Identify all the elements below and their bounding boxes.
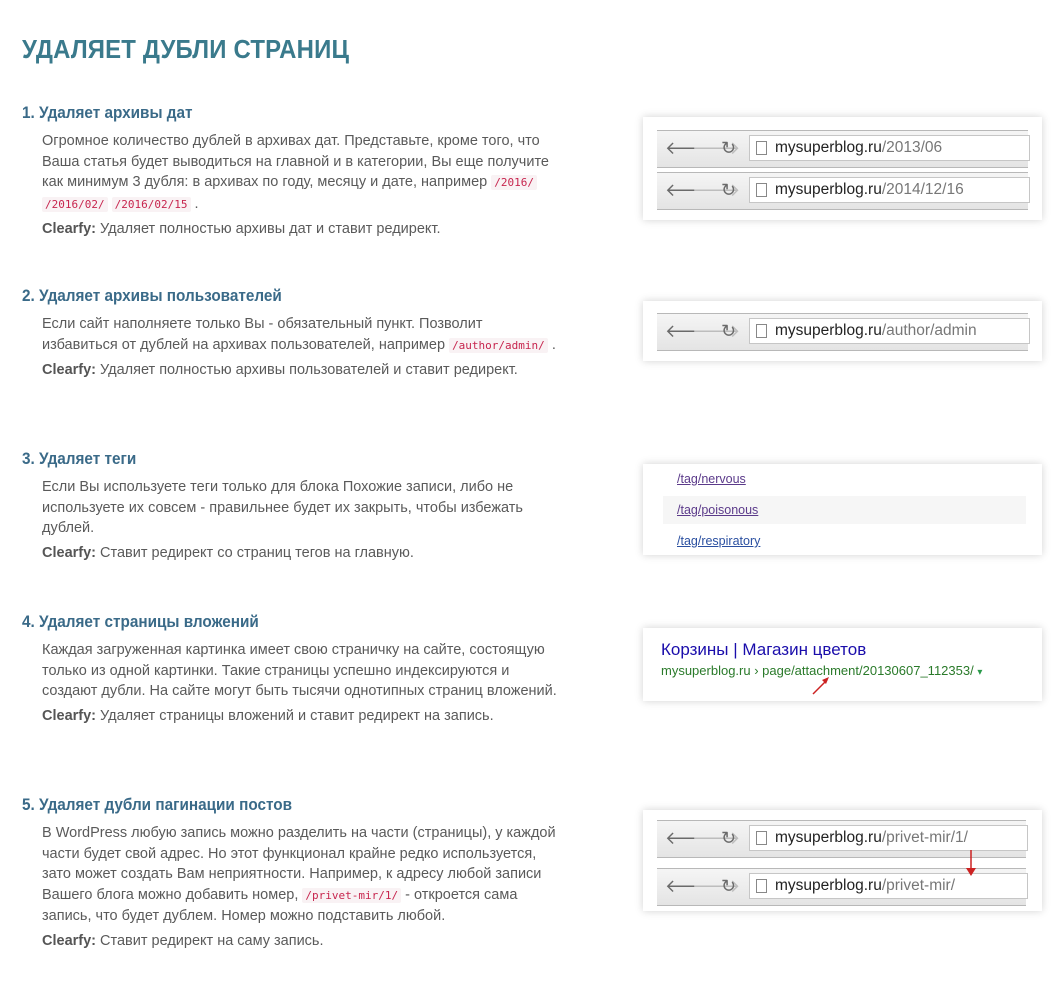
page-icon: [756, 879, 767, 893]
reload-icon[interactable]: ↻: [721, 137, 736, 159]
code-snippet: /2016/02/: [42, 196, 108, 212]
clearfy-action: Clearfy: Ставит редирект со страниц тего…: [42, 543, 562, 564]
search-result-title[interactable]: Корзины | Магазин цветов: [661, 640, 866, 660]
page-icon: [756, 141, 767, 155]
browser-screenshot-date-archives: 🡐 🡒 ↻ mysuperblog.ru/2013/06 🡐 🡒 ↻ mysup…: [643, 117, 1042, 220]
section-description: Если Вы используете теги только для блок…: [42, 479, 523, 536]
red-arrow-icon: [966, 850, 976, 876]
url-path: /author/admin: [881, 322, 977, 339]
url-path: /2014/12/16: [881, 181, 964, 198]
address-bar: 🡐 🡒 ↻ mysuperblog.ru/2014/12/16: [657, 172, 1030, 210]
url-host: mysuperblog.ru: [775, 877, 882, 894]
url-host: mysuperblog.ru: [775, 829, 882, 846]
action-text: Удаляет страницы вложений и ставит редир…: [100, 707, 494, 724]
url-path: /privet-mir/1/: [881, 829, 968, 846]
clearfy-action: Clearfy: Удаляет полностью архивы дат и …: [42, 219, 562, 240]
description-text: .: [194, 195, 199, 212]
address-bar: 🡐 🡒 ↻ mysuperblog.ru/2013/06: [657, 130, 1030, 168]
address-bar: 🡐 🡒 ↻ mysuperblog.ru/author/admin: [657, 313, 1030, 351]
clearfy-action: Clearfy: Удаляет страницы вложений и ста…: [42, 706, 562, 727]
action-text: Удаляет полностью архивы дат и ставит ре…: [100, 221, 441, 237]
url-host: mysuperblog.ru: [775, 139, 882, 156]
tag-link[interactable]: /tag/nervous: [663, 465, 1026, 493]
section-body: Если сайт наполняете только Вы - обязате…: [42, 314, 562, 381]
page-title: УДАЛЯЕТ ДУБЛИ СТРАНИЦ: [22, 34, 350, 64]
clearfy-label: Clearfy:: [42, 221, 96, 237]
code-snippet: /privet-mir/1/: [302, 887, 402, 903]
section-description: Если сайт наполняете только Вы - обязате…: [42, 314, 562, 356]
description-text: .: [551, 336, 556, 353]
tag-link[interactable]: /tag/respiratory: [663, 527, 1026, 555]
section-description: Огромное количество дублей в архивах дат…: [42, 131, 562, 215]
url-host: mysuperblog.ru: [775, 181, 882, 198]
tag-links-screenshot: /tag/nervous /tag/poisonous /tag/respira…: [643, 464, 1042, 555]
code-snippet: /2016/: [491, 175, 538, 190]
code-snippet: /2016/02/15: [111, 196, 191, 212]
clearfy-label: Clearfy:: [42, 707, 96, 724]
section-body: Каждая загруженная картинка имеет свою с…: [42, 640, 562, 726]
clearfy-action: Clearfy: Ставит редирект на саму запись.: [42, 931, 562, 952]
browser-screenshot-user-archives: 🡐 🡒 ↻ mysuperblog.ru/author/admin: [643, 301, 1042, 361]
search-result-screenshot: Корзины | Магазин цветов mysuperblog.ru …: [643, 628, 1042, 701]
action-text: Ставит редирект на саму запись.: [100, 932, 324, 949]
url-field[interactable]: mysuperblog.ru/privet-mir/1/: [749, 825, 1028, 851]
red-arrow-icon: [812, 677, 829, 695]
section-body: Огромное количество дублей в архивах дат…: [42, 131, 562, 240]
page-icon: [756, 324, 767, 338]
clearfy-label: Clearfy:: [42, 932, 96, 949]
reload-icon[interactable]: ↻: [721, 827, 736, 849]
clearfy-label: Clearfy:: [42, 362, 96, 378]
code-snippet: /author/admin/: [449, 337, 548, 353]
url-field[interactable]: mysuperblog.ru/author/admin: [749, 318, 1030, 344]
reload-icon[interactable]: ↻: [721, 320, 736, 342]
browser-screenshot-pagination: 🡐 🡒 ↻ mysuperblog.ru/privet-mir/1/ 🡐 🡒 ↻…: [643, 810, 1042, 911]
section-description: В WordPress любую запись можно разделить…: [42, 823, 562, 927]
tag-link[interactable]: /tag/poisonous: [663, 496, 1026, 524]
url-host: mysuperblog.ru: [775, 322, 882, 339]
action-text: Ставит редирект со страниц тегов на глав…: [100, 544, 414, 561]
url-path: /2013/06: [881, 139, 943, 156]
clearfy-label: Clearfy:: [42, 544, 96, 561]
section-body: Если Вы используете теги только для блок…: [42, 477, 562, 563]
reload-icon[interactable]: ↻: [721, 179, 736, 201]
reload-icon[interactable]: ↻: [721, 875, 736, 897]
section-body: В WordPress любую запись можно разделить…: [42, 823, 562, 951]
url-field[interactable]: mysuperblog.ru/2014/12/16: [749, 177, 1030, 203]
url-path: /privet-mir/: [881, 877, 956, 894]
description-text: Если сайт наполняете только Вы - обязате…: [42, 316, 483, 353]
section-description: Каждая загруженная картинка имеет свою с…: [42, 642, 557, 699]
description-text: Огромное количество дублей в архивах дат…: [42, 133, 549, 190]
dropdown-caret-icon[interactable]: ▾: [977, 667, 982, 678]
action-text: Удаляет полностью архивы пользователей и…: [100, 362, 518, 378]
clearfy-action: Clearfy: Удаляет полностью архивы пользо…: [42, 360, 562, 381]
url-field[interactable]: mysuperblog.ru/2013/06: [749, 135, 1030, 161]
page-icon: [756, 183, 767, 197]
url-field[interactable]: mysuperblog.ru/privet-mir/: [749, 873, 1028, 899]
page-icon: [756, 831, 767, 845]
